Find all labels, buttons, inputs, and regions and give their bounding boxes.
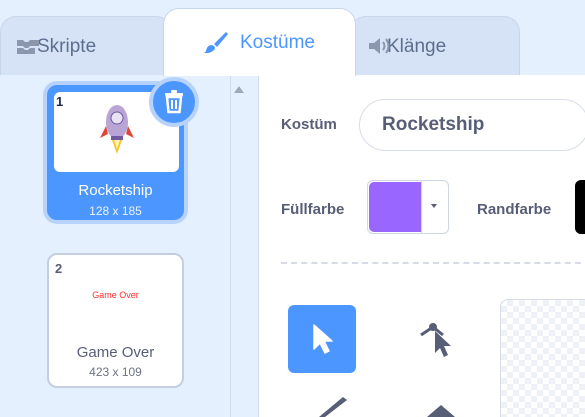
- costume-name-label: Kostüm: [281, 116, 337, 133]
- fill-color-swatch: [369, 182, 421, 232]
- costume-name: Game Over: [76, 344, 155, 361]
- scroll-up-arrow-icon[interactable]: [234, 86, 244, 93]
- delete-costume-button[interactable]: [149, 77, 199, 127]
- outline-color-picker[interactable]: [575, 180, 585, 234]
- costume-item-game-over[interactable]: 2 Game Over Game Over 423 x 109: [47, 253, 184, 388]
- divider: [421, 181, 422, 233]
- costume-name: Rocketship: [78, 182, 153, 199]
- costume-number: 1: [56, 94, 64, 109]
- paintbrush-icon: [203, 32, 228, 53]
- costume-thumbnail: Game Over: [92, 290, 139, 300]
- trash-icon: [165, 90, 183, 114]
- divider: [281, 262, 585, 264]
- fill-color-label: Füllfarbe: [281, 201, 345, 218]
- editor-tabs: Skripte Klänge Kostüme: [0, 0, 585, 76]
- eraser-tool-icon[interactable]: [421, 399, 461, 417]
- select-tool-button[interactable]: [288, 305, 356, 373]
- sidebar-scrollbar[interactable]: [231, 75, 258, 417]
- tab-klaenge-label: Klänge: [387, 35, 447, 57]
- tab-skripte-label: Skripte: [37, 35, 97, 57]
- costume-size: 128 x 185: [89, 204, 142, 218]
- drawing-canvas[interactable]: [500, 299, 585, 417]
- costume-size: 423 x 109: [89, 365, 142, 379]
- arrow-select-icon: [313, 324, 333, 354]
- outline-color-label: Randfarbe: [477, 201, 552, 218]
- brush-tool-icon[interactable]: [311, 397, 351, 417]
- fill-color-picker[interactable]: [367, 180, 449, 234]
- paint-editor: Kostüm Füllfarbe Randfarbe: [258, 75, 585, 417]
- tab-klaenge[interactable]: Klänge: [350, 16, 520, 76]
- code-blocks-icon: [17, 40, 39, 54]
- tab-skripte[interactable]: Skripte: [0, 16, 172, 76]
- costume-name-input[interactable]: [359, 99, 585, 151]
- speaker-icon: [369, 38, 390, 54]
- chevron-down-icon: [431, 204, 437, 208]
- reshape-tool-button[interactable]: [405, 305, 473, 373]
- costume-number: 2: [55, 261, 63, 276]
- tab-kostume[interactable]: Kostüme: [163, 8, 356, 76]
- tab-kostume-label: Kostüme: [240, 31, 315, 53]
- reshape-icon: [420, 323, 451, 357]
- costume-list: 1 Rocketship 128 x 185 2 Game Over Game …: [0, 75, 231, 417]
